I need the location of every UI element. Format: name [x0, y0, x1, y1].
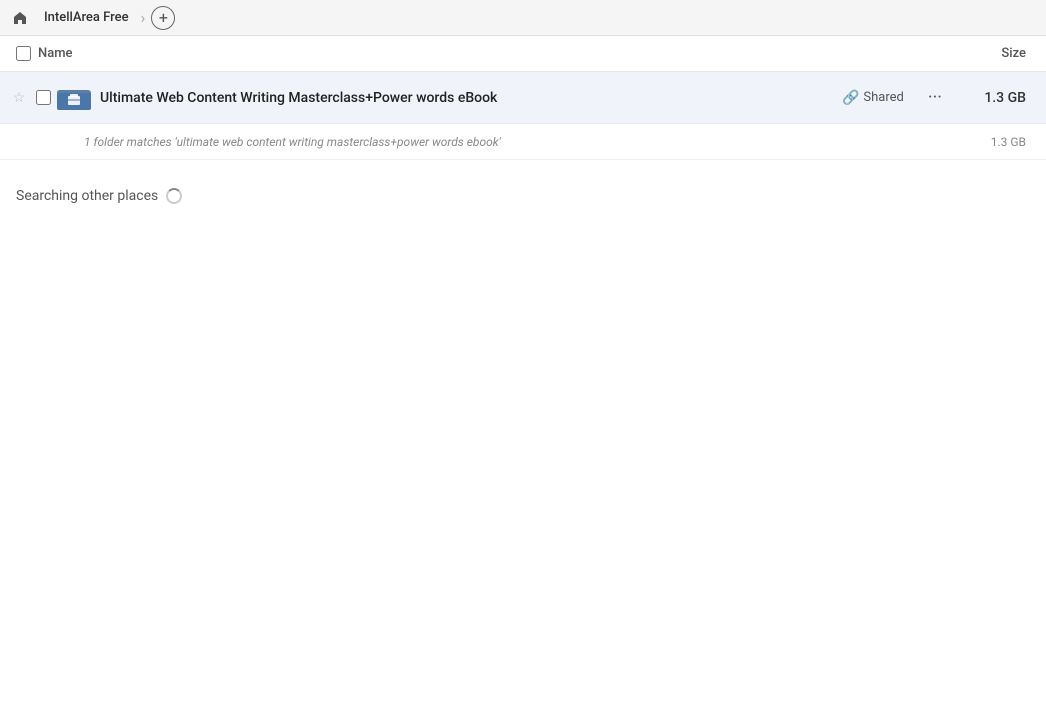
match-info-row: 1 folder matches 'ultimate web content w…	[0, 124, 1046, 160]
file-name-label: Ultimate Web Content Writing Masterclass…	[100, 90, 842, 106]
shared-indicator: 🔗 Shared	[842, 90, 904, 106]
breadcrumb-divider: ›	[141, 8, 146, 27]
searching-label: Searching other places	[16, 188, 158, 204]
size-column-header: Size	[958, 46, 1038, 61]
file-row[interactable]: ☆ Ultimate Web Content Writing Mastercla…	[0, 72, 1046, 124]
more-options-button[interactable]: ···	[920, 83, 950, 112]
file-checkbox-area[interactable]	[30, 90, 56, 105]
searching-section: Searching other places	[0, 160, 1046, 216]
header-checkbox-area[interactable]	[8, 46, 38, 61]
app-name-label: IntellArea Free	[38, 8, 135, 27]
name-column-header: Name	[38, 46, 958, 61]
star-icon[interactable]: ☆	[8, 90, 30, 106]
link-icon: 🔗	[842, 90, 859, 106]
select-all-checkbox[interactable]	[16, 46, 31, 61]
add-button[interactable]: +	[151, 6, 175, 30]
column-header: Name Size	[0, 36, 1046, 72]
loading-spinner	[166, 188, 182, 204]
file-size-label: 1.3 GB	[958, 90, 1038, 106]
folder-icon	[56, 80, 92, 116]
home-button[interactable]	[8, 6, 32, 30]
shared-label: Shared	[863, 90, 903, 105]
match-size-label: 1.3 GB	[958, 135, 1038, 149]
match-text-label: 1 folder matches 'ultimate web content w…	[84, 135, 958, 149]
top-bar: IntellArea Free › +	[0, 0, 1046, 36]
file-checkbox[interactable]	[36, 90, 51, 105]
